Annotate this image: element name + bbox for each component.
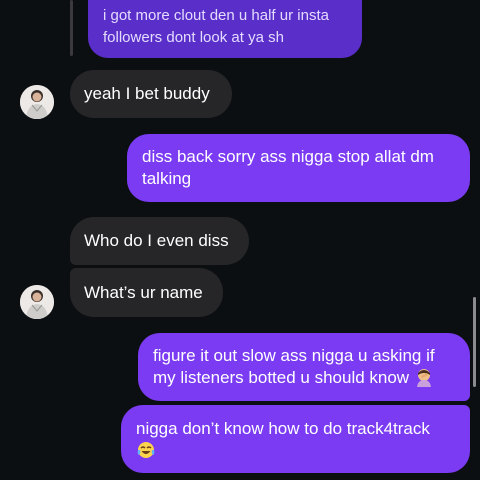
reply-indicator-bar xyxy=(70,0,73,56)
person-facepalming-emoji xyxy=(414,367,434,387)
message-text: i got more clout den u half ur insta fol… xyxy=(103,7,329,46)
message-bubble-outgoing-reply[interactable]: i got more clout den u half ur insta fol… xyxy=(88,0,362,58)
message-text: What’s ur name xyxy=(84,283,203,302)
scrollbar[interactable] xyxy=(473,297,476,387)
person-avatar-icon xyxy=(20,285,54,319)
message-bubble-incoming[interactable]: yeah I bet buddy xyxy=(70,70,232,118)
sender-avatar[interactable] xyxy=(20,285,54,319)
face-with-tears-of-joy-emoji xyxy=(136,440,156,460)
message-text: diss back sorry ass nigga stop allat dm … xyxy=(142,147,434,188)
message-bubble-incoming[interactable]: Who do I even diss xyxy=(70,217,249,265)
message-text: yeah I bet buddy xyxy=(84,84,210,103)
message-bubble-outgoing[interactable]: figure it out slow ass nigga u asking if… xyxy=(138,333,470,401)
message-bubble-outgoing[interactable]: diss back sorry ass nigga stop allat dm … xyxy=(127,134,470,202)
person-avatar-icon xyxy=(20,85,54,119)
message-text: figure it out slow ass nigga u asking if… xyxy=(153,346,435,387)
sender-avatar[interactable] xyxy=(20,85,54,119)
message-bubble-outgoing[interactable]: nigga don’t know how to do track4track xyxy=(121,405,470,473)
message-text: nigga don’t know how to do track4track xyxy=(136,419,430,438)
message-text: Who do I even diss xyxy=(84,231,229,250)
message-bubble-incoming[interactable]: What’s ur name xyxy=(70,268,223,317)
